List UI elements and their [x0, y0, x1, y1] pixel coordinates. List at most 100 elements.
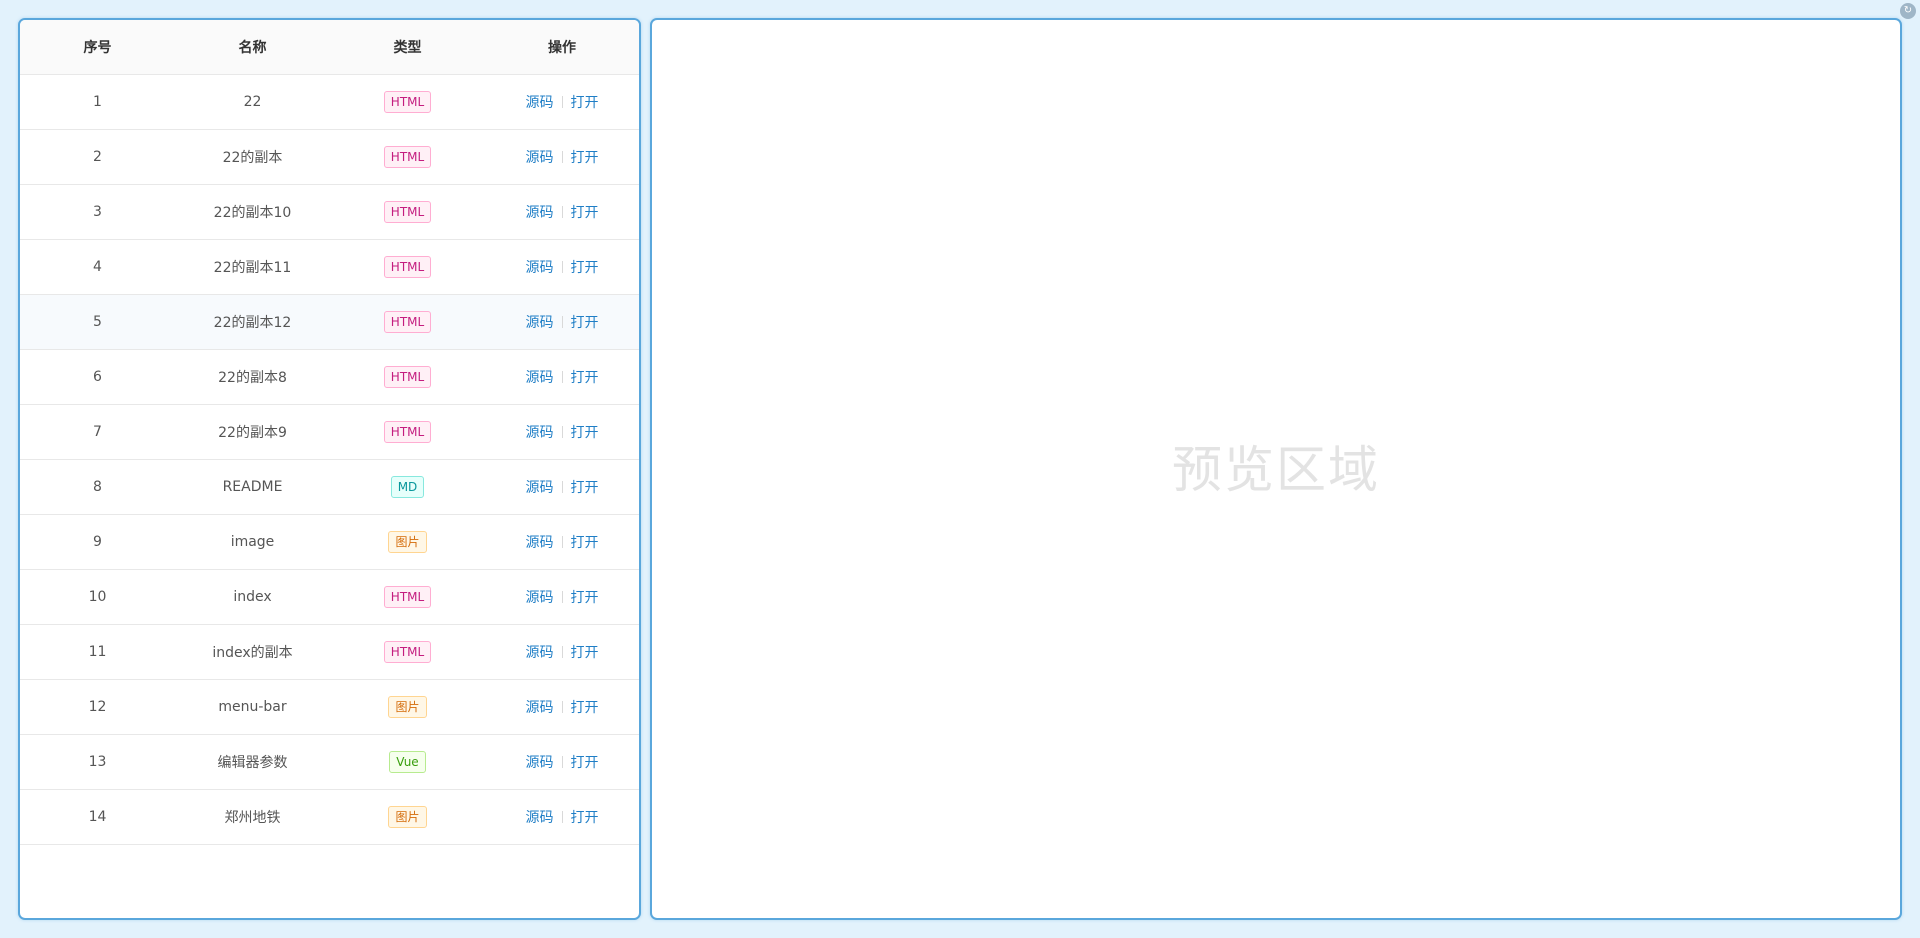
- row-index: 7: [20, 404, 175, 460]
- table-row[interactable]: 6 22的副本8 HTML 源码 打开: [20, 349, 639, 405]
- view-source-link[interactable]: 源码: [526, 92, 554, 112]
- open-link[interactable]: 打开: [571, 807, 599, 827]
- view-source-link[interactable]: 源码: [526, 587, 554, 607]
- view-source-link[interactable]: 源码: [526, 807, 554, 827]
- row-actions-cell: 源码 打开: [485, 129, 639, 185]
- row-actions-cell: 源码 打开: [485, 184, 639, 240]
- refresh-icon[interactable]: ↻: [1900, 3, 1916, 19]
- row-actions: 源码 打开: [526, 367, 599, 387]
- action-divider: [561, 700, 563, 713]
- row-actions: 源码 打开: [526, 477, 599, 497]
- row-name: README: [175, 459, 330, 515]
- row-actions-cell: 源码 打开: [485, 74, 639, 130]
- row-actions: 源码 打开: [526, 807, 599, 827]
- view-source-link[interactable]: 源码: [526, 477, 554, 497]
- row-index: 12: [20, 679, 175, 735]
- open-link[interactable]: 打开: [571, 367, 599, 387]
- action-divider: [561, 590, 563, 603]
- row-type-cell: HTML: [330, 349, 485, 405]
- table-body: 1 22 HTML 源码 打开 2 22的副本 HTML 源码 打开 3 22的副本10 HTML 源码打…: [20, 74, 639, 845]
- row-type-cell: HTML: [330, 569, 485, 625]
- row-actions-cell: 源码 打开: [485, 734, 639, 790]
- row-type-cell: MD: [330, 459, 485, 515]
- table-row[interactable]: 9 image 图片 源码 打开: [20, 514, 639, 570]
- view-source-link[interactable]: 源码: [526, 147, 554, 167]
- row-type-cell: HTML: [330, 404, 485, 460]
- open-link[interactable]: 打开: [571, 202, 599, 222]
- table-row[interactable]: 7 22的副本9 HTML 源码 打开: [20, 404, 639, 460]
- view-source-link[interactable]: 源码: [526, 257, 554, 277]
- row-name: menu-bar: [175, 679, 330, 735]
- row-type-cell: HTML: [330, 74, 485, 130]
- row-index: 9: [20, 514, 175, 570]
- table-row[interactable]: 11 index的副本 HTML 源码 打开: [20, 624, 639, 680]
- type-tag: Vue: [389, 750, 426, 773]
- open-link[interactable]: 打开: [571, 422, 599, 442]
- row-name: 22的副本: [175, 129, 330, 185]
- view-source-link[interactable]: 源码: [526, 697, 554, 717]
- action-divider: [561, 205, 563, 218]
- view-source-link[interactable]: 源码: [526, 367, 554, 387]
- row-index: 11: [20, 624, 175, 680]
- preview-panel: 预览区域: [650, 18, 1902, 920]
- open-link[interactable]: 打开: [571, 257, 599, 277]
- open-link[interactable]: 打开: [571, 147, 599, 167]
- type-tag: HTML: [383, 90, 432, 113]
- view-source-link[interactable]: 源码: [526, 312, 554, 332]
- row-actions: 源码 打开: [526, 147, 599, 167]
- row-actions-cell: 源码 打开: [485, 514, 639, 570]
- table-row[interactable]: 10 index HTML 源码 打开: [20, 569, 639, 625]
- open-link[interactable]: 打开: [571, 697, 599, 717]
- open-link[interactable]: 打开: [571, 532, 599, 552]
- row-index: 8: [20, 459, 175, 515]
- table-row[interactable]: 5 22的副本12 HTML 源码 打开: [20, 294, 639, 350]
- row-name: 22的副本8: [175, 349, 330, 405]
- row-index: 5: [20, 294, 175, 350]
- action-divider: [561, 425, 563, 438]
- view-source-link[interactable]: 源码: [526, 642, 554, 662]
- action-divider: [561, 645, 563, 658]
- type-tag: 图片: [388, 805, 427, 828]
- open-link[interactable]: 打开: [571, 312, 599, 332]
- view-source-link[interactable]: 源码: [526, 532, 554, 552]
- row-name: 郑州地铁: [175, 789, 330, 845]
- row-index: 2: [20, 129, 175, 185]
- row-index: 14: [20, 789, 175, 845]
- action-divider: [561, 480, 563, 493]
- row-index: 13: [20, 734, 175, 790]
- open-link[interactable]: 打开: [571, 587, 599, 607]
- type-tag: 图片: [388, 695, 427, 718]
- table-row[interactable]: 1 22 HTML 源码 打开: [20, 74, 639, 130]
- table-row[interactable]: 13 编辑器参数 Vue 源码 打开: [20, 734, 639, 790]
- open-link[interactable]: 打开: [571, 92, 599, 112]
- row-name: 22的副本10: [175, 184, 330, 240]
- row-actions-cell: 源码 打开: [485, 679, 639, 735]
- row-actions-cell: 源码 打开: [485, 624, 639, 680]
- type-tag: MD: [390, 475, 425, 498]
- table-row[interactable]: 3 22的副本10 HTML 源码 打开: [20, 184, 639, 240]
- row-index: 3: [20, 184, 175, 240]
- table-row[interactable]: 8 README MD 源码 打开: [20, 459, 639, 515]
- open-link[interactable]: 打开: [571, 477, 599, 497]
- header-index: 序号: [20, 20, 175, 75]
- file-table: 序号 名称 类型 操作 1 22 HTML 源码 打开 2 22的副本 HTML 源码 打开 3 22…: [20, 20, 639, 845]
- table-row[interactable]: 2 22的副本 HTML 源码 打开: [20, 129, 639, 185]
- header-actions: 操作: [485, 20, 639, 75]
- row-actions: 源码 打开: [526, 752, 599, 772]
- row-name: image: [175, 514, 330, 570]
- row-name: 22的副本11: [175, 239, 330, 295]
- row-actions: 源码 打开: [526, 642, 599, 662]
- row-type-cell: HTML: [330, 129, 485, 185]
- table-row[interactable]: 12 menu-bar 图片 源码 打开: [20, 679, 639, 735]
- table-row[interactable]: 4 22的副本11 HTML 源码 打开: [20, 239, 639, 295]
- row-actions-cell: 源码 打开: [485, 569, 639, 625]
- open-link[interactable]: 打开: [571, 752, 599, 772]
- table-row[interactable]: 14 郑州地铁 图片 源码 打开: [20, 789, 639, 845]
- row-index: 6: [20, 349, 175, 405]
- view-source-link[interactable]: 源码: [526, 752, 554, 772]
- view-source-link[interactable]: 源码: [526, 202, 554, 222]
- type-tag: HTML: [383, 585, 432, 608]
- view-source-link[interactable]: 源码: [526, 422, 554, 442]
- open-link[interactable]: 打开: [571, 642, 599, 662]
- row-actions: 源码 打开: [526, 697, 599, 717]
